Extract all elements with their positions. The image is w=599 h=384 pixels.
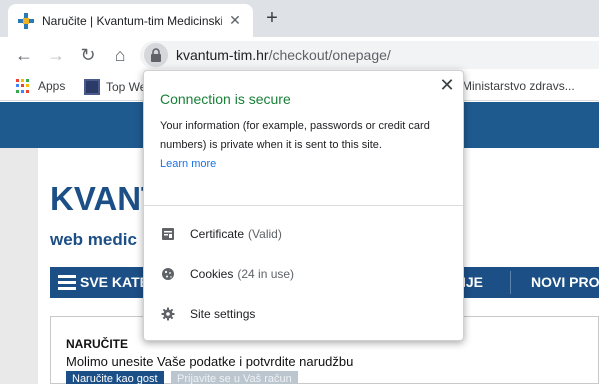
nav-new-products[interactable]: NOVI PRO [531, 274, 599, 290]
nav-separator [510, 271, 511, 294]
bookmark-favicon-icon [84, 79, 100, 95]
checkout-title: NARUČITE [66, 337, 128, 351]
forward-button[interactable]: → [44, 43, 68, 67]
tab-strip: Naručite | Kvantum-tim Medicinski ✕ + [0, 0, 599, 37]
reload-button[interactable]: ↻ [76, 43, 100, 67]
site-settings-label: Site settings [190, 307, 256, 321]
site-info-button[interactable] [144, 43, 168, 67]
connection-info-popup: ✕ Connection is secure Your information … [143, 70, 464, 341]
login-checkout-button[interactable]: Prijavite se u Vaš račun [171, 371, 298, 384]
home-button[interactable]: ⌂ [108, 43, 132, 67]
learn-more-link[interactable]: Learn more [160, 158, 216, 170]
url-path: /checkout/onepage/ [268, 47, 391, 63]
certificate-status: (Valid) [248, 227, 282, 241]
nav-all-categories[interactable]: SVE KATE [80, 274, 149, 290]
cookies-count: (24 in use) [237, 267, 295, 281]
url-text: kvantum-tim.hr/checkout/onepage/ [176, 47, 391, 63]
site-settings-row[interactable]: Site settings [160, 304, 450, 324]
tab-close-icon[interactable]: ✕ [227, 12, 243, 29]
browser-toolbar: ← → ↻ ⌂ kvantum-tim.hr/checkout/onepage/ [0, 37, 599, 73]
bookmark-top-label: Top We [106, 80, 147, 94]
cookies-label: Cookies [190, 267, 234, 281]
certificate-row[interactable]: Certificate (Valid) [160, 224, 450, 244]
popup-divider [144, 205, 463, 206]
close-icon[interactable]: ✕ [439, 76, 455, 94]
bookmark-ministry-label: Ministarstvo zdravs... [462, 79, 575, 93]
site-logo-tagline: web medic [50, 230, 137, 249]
site-favicon-icon [18, 12, 34, 29]
menu-icon[interactable] [58, 275, 76, 290]
connection-status-title: Connection is secure [160, 91, 291, 107]
apps-grid-icon [16, 79, 30, 93]
cookie-icon [160, 266, 176, 282]
bookmark-top[interactable]: Top We [84, 79, 146, 95]
guest-checkout-button[interactable]: Naručite kao gost [66, 371, 164, 384]
bookmark-ministry[interactable]: Ministarstvo zdravs... [462, 79, 575, 93]
browser-tab[interactable]: Naručite | Kvantum-tim Medicinski ✕ [8, 4, 253, 37]
address-bar[interactable]: kvantum-tim.hr/checkout/onepage/ [140, 41, 599, 69]
url-domain: kvantum-tim.hr [176, 47, 269, 63]
certificate-icon [160, 226, 176, 242]
new-tab-button[interactable]: + [262, 8, 282, 28]
cookies-row[interactable]: Cookies (24 in use) [160, 264, 450, 284]
checkout-subtitle: Molimo unesite Vaše podatke i potvrdite … [66, 354, 354, 369]
lock-icon [151, 48, 161, 62]
bookmark-apps[interactable]: Apps [16, 79, 65, 93]
bookmark-apps-label: Apps [38, 79, 66, 93]
back-button[interactable]: ← [12, 43, 36, 67]
gear-icon [160, 306, 176, 322]
tab-title: Naručite | Kvantum-tim Medicinski [42, 13, 222, 28]
certificate-label: Certificate [190, 227, 245, 241]
nav-item-2[interactable]: IJE [462, 274, 483, 290]
connection-description: Your information (for example, passwords… [160, 120, 430, 151]
